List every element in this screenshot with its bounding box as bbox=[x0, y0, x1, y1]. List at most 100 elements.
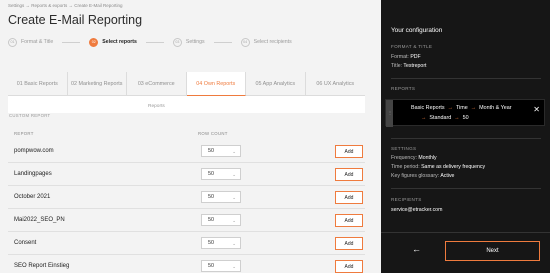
reports-subheader-label: Reports bbox=[148, 104, 165, 109]
column-header-report: REPORT bbox=[14, 131, 34, 136]
glossary-key: Key figures glossary: bbox=[391, 173, 440, 179]
report-category-tabs: 01 Basic Reports 02 Marketing Reports 03… bbox=[8, 72, 365, 96]
navigation-bar: ← Next bbox=[381, 232, 550, 273]
tab-own-reports[interactable]: 04 Own Reports bbox=[186, 72, 246, 96]
tab-marketing-reports[interactable]: 02 Marketing Reports bbox=[68, 72, 127, 96]
step-label: Select reports bbox=[102, 39, 137, 45]
step-number: 03 bbox=[172, 37, 182, 47]
format-title-section-label: FORMAT & TITLE bbox=[391, 44, 433, 49]
main-pane: Settings → Reports & exports → Create E-… bbox=[0, 0, 381, 273]
step-connector bbox=[213, 41, 232, 43]
row-count-value: 50 bbox=[208, 148, 214, 154]
row-count-value: 50 bbox=[208, 263, 214, 269]
arrow-right-icon: → bbox=[447, 105, 453, 111]
step-settings[interactable]: 03 Settings bbox=[172, 36, 205, 48]
close-icon[interactable]: ✕ bbox=[533, 105, 540, 114]
divider bbox=[391, 188, 541, 189]
arrow-right-icon: → bbox=[454, 115, 460, 121]
chevron-down-icon: ⌄ bbox=[232, 172, 236, 177]
chevron-down-icon: ⌄ bbox=[232, 241, 236, 246]
add-button[interactable]: Add bbox=[335, 237, 363, 250]
settings-section-label: SETTINGS bbox=[391, 146, 417, 151]
step-label: Settings bbox=[185, 39, 205, 45]
row-count-value: 50 bbox=[208, 171, 214, 177]
table-row: Consent 50 ⌄ Add bbox=[8, 232, 365, 255]
frequency-value: Monthly bbox=[418, 155, 437, 161]
back-arrow-icon[interactable]: ← bbox=[412, 244, 421, 254]
breadcrumb[interactable]: Settings → Reports & exports → Create E-… bbox=[8, 3, 123, 8]
add-button[interactable]: Add bbox=[335, 260, 363, 273]
divider bbox=[391, 78, 541, 79]
stepper: 01 Format & Title 02 Select reports 03 S… bbox=[8, 36, 301, 48]
row-count-value: 50 bbox=[208, 217, 214, 223]
report-category: Basic Reports bbox=[411, 105, 445, 111]
step-select-reports[interactable]: 02 Select reports bbox=[89, 36, 137, 48]
report-name: Landingpages bbox=[14, 171, 52, 177]
report-name: SEO Report Einstieg bbox=[14, 263, 70, 269]
title-value: Testreport bbox=[403, 63, 427, 69]
configuration-panel: Your configuration FORMAT & TITLE Format… bbox=[381, 0, 550, 273]
step-label: Select recipients bbox=[253, 39, 292, 45]
reports-section-label: REPORTS bbox=[391, 86, 416, 91]
format-key: Format: bbox=[391, 54, 409, 60]
table-row: October 2021 50 ⌄ Add bbox=[8, 186, 365, 209]
chevron-down-icon: ⌄ bbox=[232, 264, 236, 269]
row-count-select[interactable]: 50 ⌄ bbox=[201, 260, 241, 272]
row-count-value: 50 bbox=[208, 194, 214, 200]
chevron-down-icon: ⌄ bbox=[232, 218, 236, 223]
step-format-title[interactable]: 01 Format & Title bbox=[8, 36, 53, 48]
step-select-recipients[interactable]: 04 Select recipients bbox=[240, 36, 292, 48]
time-period-line: Time period: Same as delivery frequency bbox=[391, 164, 485, 170]
step-number: 02 bbox=[89, 37, 99, 47]
arrow-right-icon: → bbox=[421, 115, 427, 121]
configuration-title: Your configuration bbox=[391, 27, 443, 34]
report-view: Standard bbox=[429, 115, 452, 121]
step-connector bbox=[145, 41, 164, 43]
row-count-select[interactable]: 50 ⌄ bbox=[201, 191, 241, 203]
tab-app-analytics[interactable]: 05 App Analytics bbox=[246, 72, 306, 96]
step-number: 01 bbox=[8, 37, 17, 47]
arrow-right-icon: → bbox=[470, 105, 477, 111]
reports-subheader: Reports bbox=[8, 96, 365, 113]
drag-handle[interactable]: ⋮ bbox=[386, 100, 393, 127]
report-name: pompwow.com bbox=[14, 148, 54, 154]
frequency-key: Frequency: bbox=[391, 155, 417, 161]
tab-ecommerce[interactable]: 03 eCommerce bbox=[127, 72, 187, 96]
page-title: Create E-Mail Reporting bbox=[8, 13, 143, 27]
next-button[interactable]: Next bbox=[445, 241, 540, 261]
tab-basic-reports[interactable]: 01 Basic Reports bbox=[8, 72, 68, 96]
row-count-select[interactable]: 50 ⌄ bbox=[201, 214, 241, 226]
title-key: Title: bbox=[391, 63, 403, 69]
chevron-down-icon: ⌄ bbox=[232, 195, 236, 200]
table-row: Mai2022_SEO_PN 50 ⌄ Add bbox=[8, 209, 365, 232]
time-period-key: Time period: bbox=[391, 164, 420, 170]
recipient-email: service@etracker.com bbox=[391, 207, 443, 213]
format-value: PDF bbox=[410, 54, 421, 60]
report-name: Month & Year bbox=[479, 105, 512, 111]
report-row-count: 50 bbox=[462, 115, 469, 121]
glossary-line: Key figures glossary: Active bbox=[391, 173, 454, 179]
drag-handle-icon: ⋮ bbox=[388, 110, 392, 115]
report-name: Mai2022_SEO_PN bbox=[14, 217, 65, 223]
row-count-select[interactable]: 50 ⌄ bbox=[201, 237, 241, 249]
row-count-value: 50 bbox=[208, 240, 214, 246]
divider bbox=[391, 138, 541, 139]
add-button[interactable]: Add bbox=[335, 191, 363, 204]
tab-ux-analytics[interactable]: 06 UX Analytics bbox=[306, 72, 366, 96]
row-count-select[interactable]: 50 ⌄ bbox=[201, 145, 241, 157]
row-count-select[interactable]: 50 ⌄ bbox=[201, 168, 241, 180]
glossary-value: Active bbox=[440, 173, 455, 179]
selected-report-path: Basic Reports → Time → Month & Year bbox=[411, 105, 512, 111]
add-button[interactable]: Add bbox=[335, 168, 363, 181]
selected-report-options: → Standard → 50 bbox=[418, 115, 469, 121]
reports-table: pompwow.com 50 ⌄ Add Landingpages 50 ⌄ A… bbox=[8, 140, 365, 273]
format-value-line: Format: PDF bbox=[391, 54, 421, 60]
chevron-down-icon: ⌄ bbox=[232, 149, 236, 154]
step-number: 04 bbox=[240, 37, 250, 47]
add-button[interactable]: Add bbox=[335, 145, 363, 158]
table-row: SEO Report Einstieg 50 ⌄ Add bbox=[8, 255, 365, 273]
table-row: pompwow.com 50 ⌄ Add bbox=[8, 140, 365, 163]
add-button[interactable]: Add bbox=[335, 214, 363, 227]
column-header-row-count: ROW COUNT bbox=[198, 131, 228, 136]
selected-report-item[interactable]: ⋮ Basic Reports → Time → Month & Year → Stand… bbox=[385, 99, 545, 127]
